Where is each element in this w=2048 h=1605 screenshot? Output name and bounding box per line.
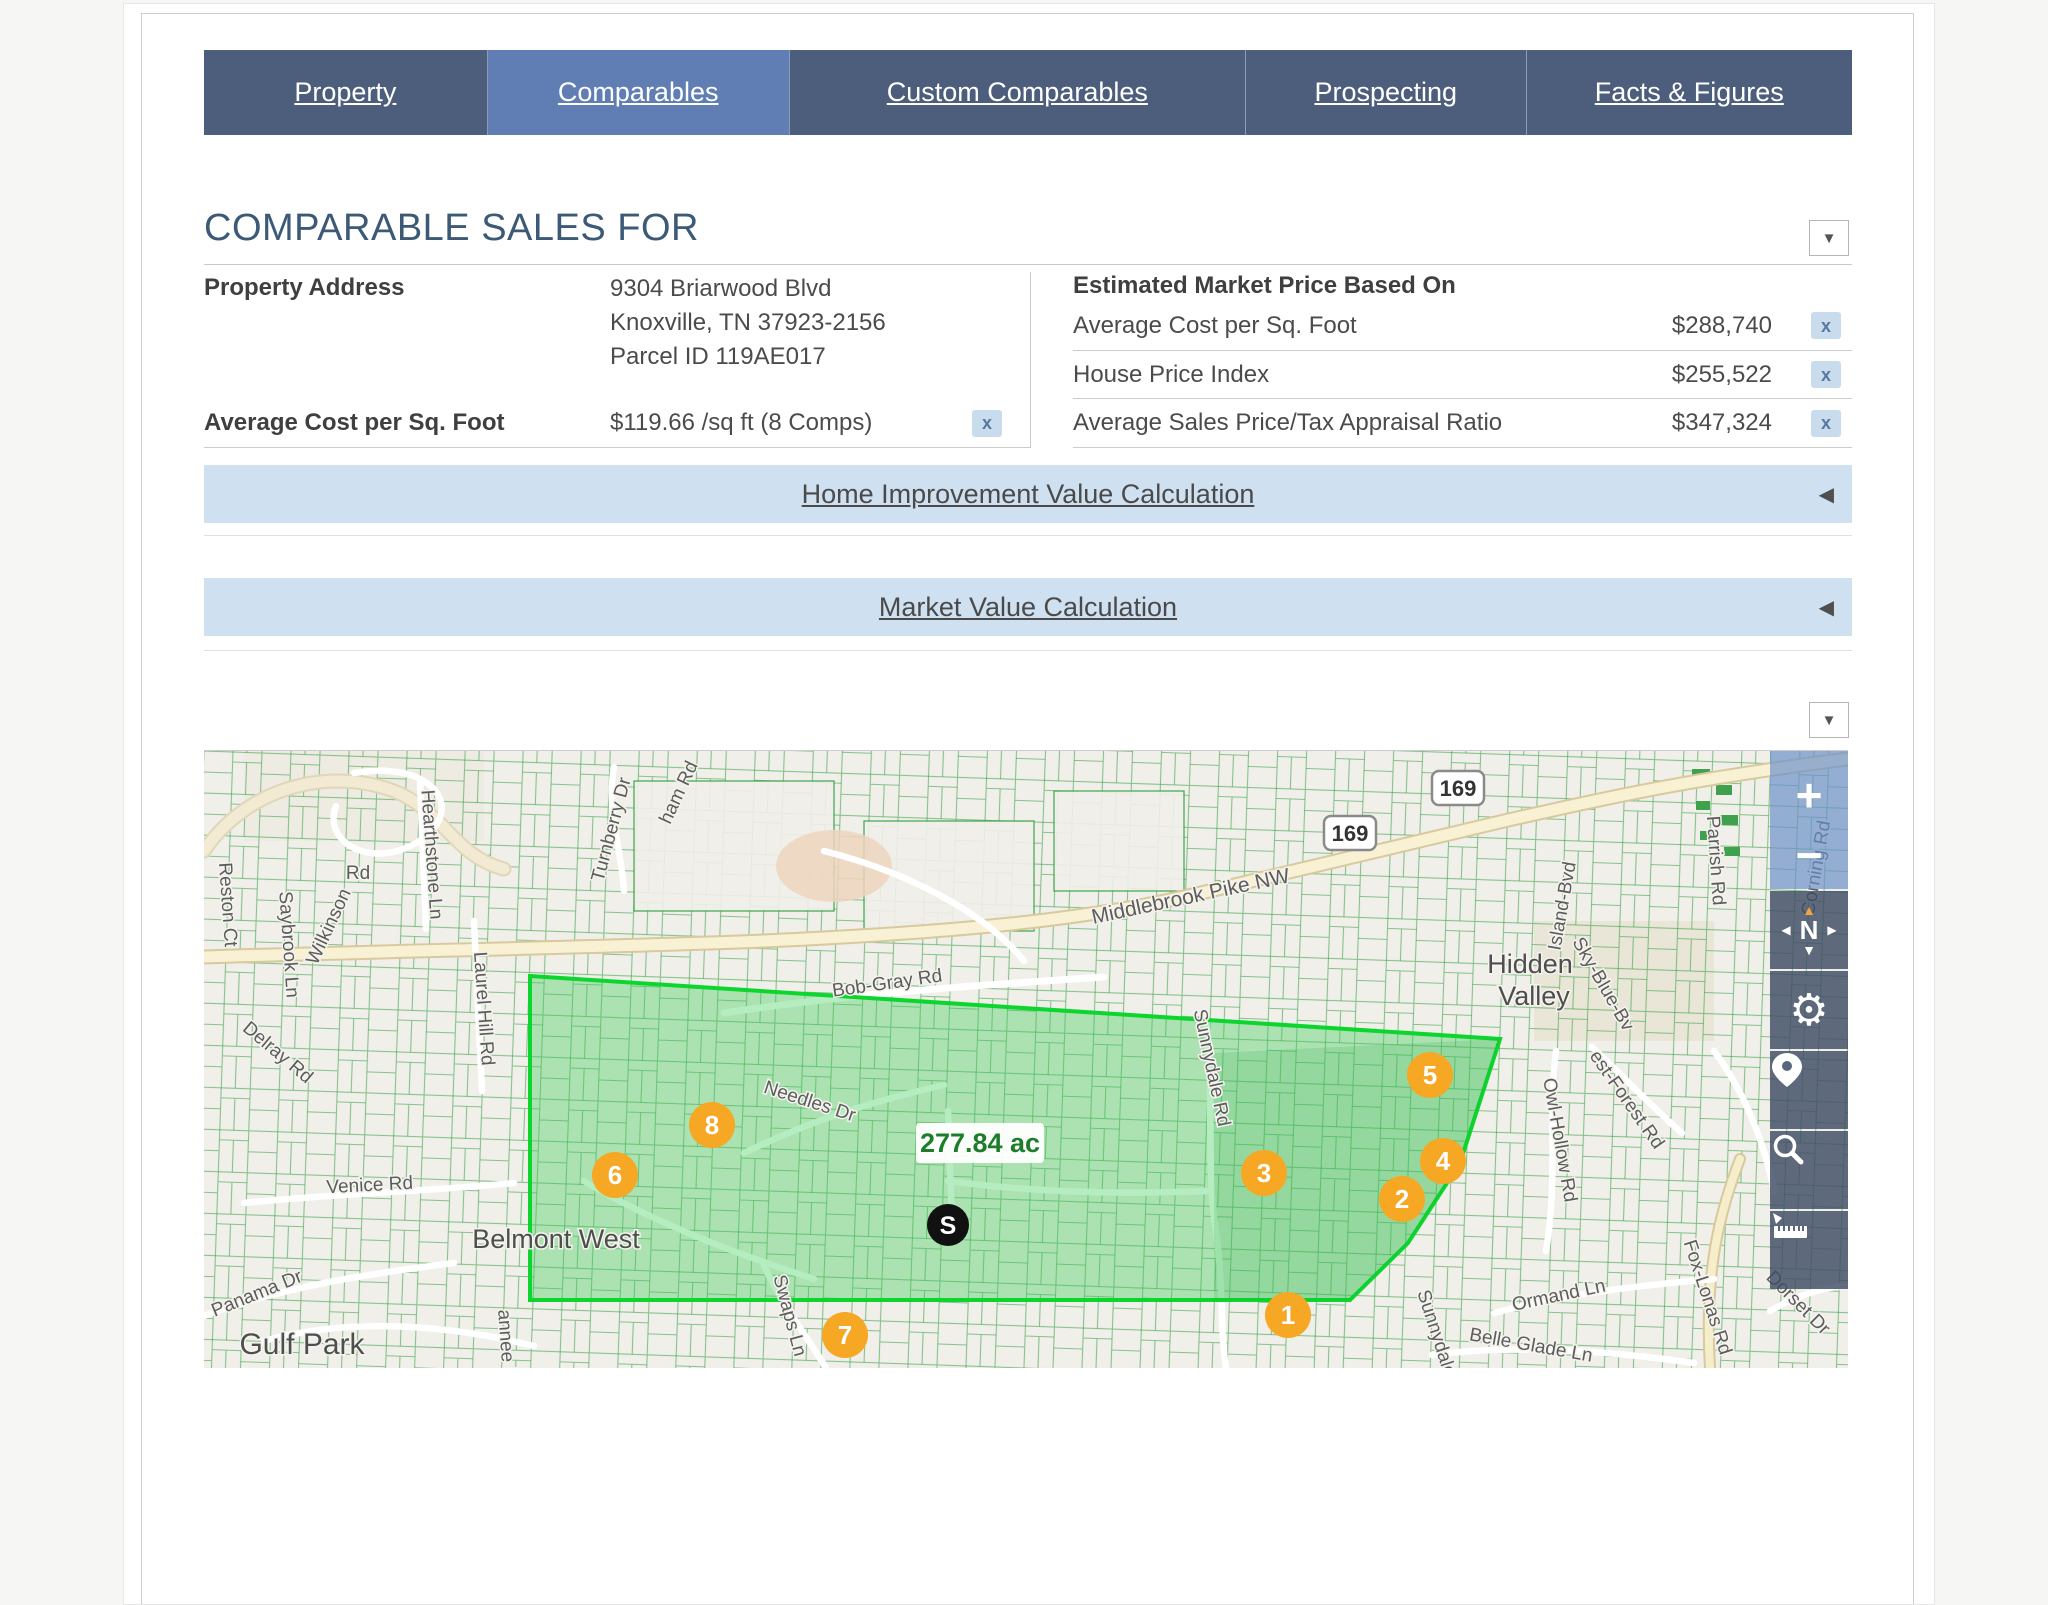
section-home-improvement[interactable]: Home Improvement Value Calculation ◀ [204,465,1852,523]
map-canvas: 169169 Middlebrook Pike NWBob-Gray RdNee… [204,751,1848,1368]
remove-avg-cost-button[interactable]: x [972,410,1002,437]
svg-text:2: 2 [1395,1184,1409,1214]
close-icon: x [982,414,992,432]
tab-comparables[interactable]: Comparables [487,50,789,135]
estimate-value: $255,522 [1612,361,1772,389]
estimate-label: Average Sales Price/Tax Appraisal Ratio [1073,409,1612,437]
tab-property[interactable]: Property [204,50,487,135]
avg-cost-row: Average Cost per Sq. Foot $119.66 /sq ft… [204,409,1030,447]
route-shield: 169 [1432,771,1484,805]
section-title: Market Value Calculation [879,592,1177,623]
comp-marker-8[interactable]: 8 [689,1102,735,1148]
gear-icon: ⚙ [1789,985,1828,1036]
place-label: Hidden [1487,949,1573,979]
tab-prospecting[interactable]: Prospecting [1245,50,1525,135]
subject-marker[interactable]: S [927,1204,969,1246]
address-line: 9304 Briarwood Blvd [610,272,886,306]
place-label: Valley [1498,981,1570,1011]
address-line: Parcel ID 119AE017 [610,340,886,374]
svg-text:3: 3 [1257,1158,1271,1188]
heading-divider [204,264,1852,265]
estimates-panel: Estimated Market Price Based On Average … [1030,272,1852,448]
svg-text:4: 4 [1436,1146,1451,1176]
comp-marker-3[interactable]: 3 [1241,1150,1287,1196]
road-label: Rd [346,863,370,884]
comp-marker-7[interactable]: 7 [822,1312,868,1358]
chevron-left-icon: ◀ [1819,595,1834,620]
comparables-map[interactable]: 169169 Middlebrook Pike NWBob-Gray RdNee… [204,750,1848,1368]
estimate-row: Average Sales Price/Tax Appraisal Ratio$… [1073,399,1852,448]
route-shield: 169 [1324,816,1376,850]
svg-text:7: 7 [838,1320,852,1350]
comp-marker-1[interactable]: 1 [1265,1292,1311,1338]
comp-marker-6[interactable]: 6 [592,1152,638,1198]
comp-marker-4[interactable]: 4 [1420,1138,1466,1184]
north-label: N [1800,917,1819,943]
svg-text:1: 1 [1281,1300,1295,1330]
map-search-button[interactable] [1770,1131,1848,1209]
content-card: PropertyComparablesCustom ComparablesPro… [141,13,1914,1604]
svg-text:169: 169 [1440,776,1477,801]
svg-text:169: 169 [1332,821,1369,846]
place-label: Gulf Park [239,1328,365,1361]
chevron-down-icon: ▼ [1822,230,1837,247]
pan-right-icon[interactable]: ▶ [1827,923,1836,937]
svg-text:5: 5 [1423,1060,1437,1090]
address-line: Knoxville, TN 37923-2156 [610,306,886,340]
estimate-row: House Price Index$255,522 x [1073,351,1852,400]
map-location-button[interactable] [1770,1051,1848,1129]
zoom-out-icon[interactable]: − [1796,832,1823,878]
estimate-label: House Price Index [1073,361,1612,389]
pan-left-icon[interactable]: ◀ [1781,923,1790,937]
zoom-in-icon[interactable]: + [1796,772,1823,818]
heading-collapse-button[interactable]: ▼ [1809,220,1849,256]
remove-estimate-button[interactable]: x [1811,361,1841,388]
estimate-label: Average Cost per Sq. Foot [1073,312,1612,340]
search-icon [1770,1131,1806,1167]
main-tab-bar: PropertyComparablesCustom ComparablesPro… [204,50,1852,135]
divider [204,535,1852,536]
subject-property-panel: Property Address 9304 Briarwood Blvd Kno… [204,272,1030,448]
divider [204,650,1852,651]
svg-text:277.84 ac: 277.84 ac [920,1128,1040,1158]
remove-estimate-button[interactable]: x [1811,410,1841,437]
page-title: COMPARABLE SALES FOR [204,207,699,250]
section-market-value[interactable]: Market Value Calculation ◀ [204,578,1852,636]
estimate-value: $288,740 [1612,312,1772,340]
estimate-row: Average Cost per Sq. Foot$288,740 x [1073,302,1852,351]
map-compass-control[interactable]: ▲ ◀ N ▶ ▼ [1770,891,1848,969]
map-zoom-control[interactable]: + − [1770,751,1848,889]
comp-marker-2[interactable]: 2 [1379,1176,1425,1222]
pan-down-icon[interactable]: ▼ [1802,943,1816,957]
area-size-label: 277.84 ac [916,1123,1044,1163]
chevron-down-icon: ▼ [1822,712,1837,729]
avg-cost-value: $119.66 /sq ft (8 Comps) [610,409,972,437]
avg-cost-label: Average Cost per Sq. Foot [204,409,610,437]
property-address-value: 9304 Briarwood Blvd Knoxville, TN 37923-… [610,272,886,374]
estimates-header: Estimated Market Price Based On [1073,272,1852,302]
tab-custom-comparables[interactable]: Custom Comparables [789,50,1245,135]
place-label: Belmont West [472,1224,640,1254]
estimate-value: $347,324 [1612,409,1772,437]
remove-estimate-button[interactable]: x [1811,312,1841,339]
property-info-panel: Property Address 9304 Briarwood Blvd Kno… [204,272,1852,448]
map-settings-button[interactable]: ⚙ [1770,971,1848,1049]
map-collapse-button[interactable]: ▼ [1809,702,1849,738]
ruler-icon [1770,1211,1810,1245]
svg-text:6: 6 [608,1160,622,1190]
comp-marker-5[interactable]: 5 [1407,1052,1453,1098]
map-measure-button[interactable] [1770,1211,1848,1289]
svg-text:S: S [940,1212,957,1240]
svg-text:8: 8 [705,1110,719,1140]
property-address-label: Property Address [204,272,610,374]
section-title: Home Improvement Value Calculation [802,479,1255,510]
chevron-left-icon: ◀ [1819,482,1834,507]
location-pin-icon [1770,1051,1804,1089]
tab-facts-figures[interactable]: Facts & Figures [1526,50,1853,135]
